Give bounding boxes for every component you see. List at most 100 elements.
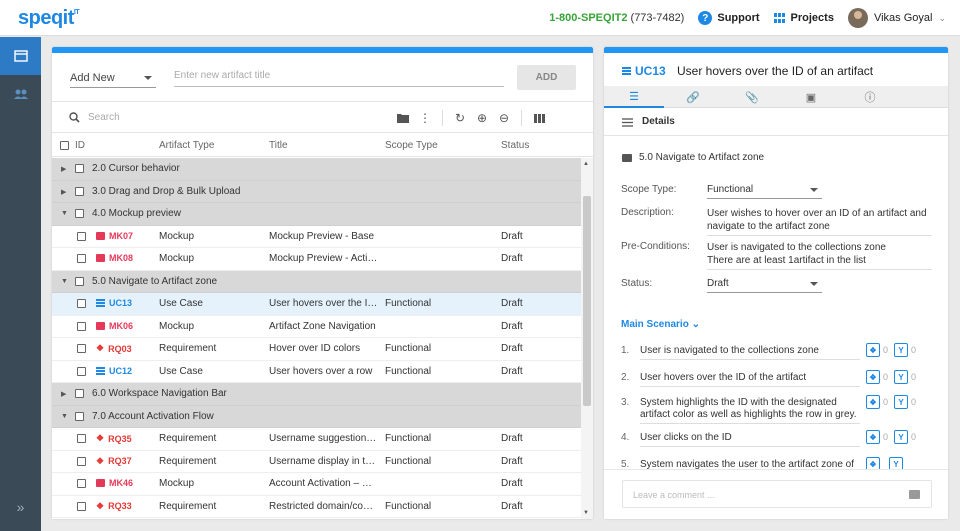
main-scenario-toggle[interactable]: Main Scenario ⌄ — [621, 319, 700, 330]
caret-down-icon[interactable]: ▼ — [61, 210, 68, 217]
table-row[interactable]: MK46 Mockup Account Activation – Us.. Draft — [52, 473, 581, 496]
folder-icon[interactable] — [392, 113, 414, 123]
group-checkbox[interactable] — [75, 186, 84, 196]
status-select[interactable]: Draft — [707, 278, 822, 293]
artifact-id-link[interactable]: MK46 — [96, 478, 133, 488]
support-link[interactable]: ? Support — [698, 11, 760, 25]
artifact-id-link[interactable]: MK07 — [96, 231, 133, 241]
row-checkbox[interactable] — [77, 299, 86, 308]
artifact-id-link[interactable]: UC12 — [96, 366, 132, 376]
row-checkbox[interactable] — [77, 456, 86, 466]
caret-down-icon[interactable]: ▼ — [61, 413, 68, 420]
row-checkbox[interactable] — [77, 501, 86, 511]
requirement-link-badge[interactable]: ❖ 0 — [866, 370, 888, 384]
group-checkbox[interactable] — [75, 164, 84, 173]
user-menu[interactable]: Vikas Goyal ⌄ — [847, 8, 946, 28]
app-logo[interactable]: speqitIT — [18, 7, 80, 30]
description-field[interactable]: User wishes to hover over an ID of an ar… — [707, 207, 932, 236]
branch-link-badge[interactable]: Y0 — [894, 395, 916, 409]
artifact-id-link[interactable]: ❖ RQ35 — [96, 433, 132, 444]
preconditions-field[interactable]: User is navigated to the collections zon… — [707, 241, 932, 270]
step-text[interactable]: System navigates the user to the artifac… — [640, 459, 860, 469]
refresh-icon[interactable]: ↻ — [449, 111, 471, 125]
col-id[interactable]: ID — [75, 140, 85, 151]
more-vertical-icon[interactable]: ⋮ — [414, 111, 436, 125]
nav-team[interactable] — [0, 75, 41, 113]
group-row[interactable]: ▼ 5.0 Navigate to Artifact zone — [52, 270, 581, 293]
caret-right-icon[interactable]: ▶ — [61, 188, 66, 196]
expand-all-icon[interactable]: ⊕ — [471, 111, 493, 125]
nav-workspace[interactable] — [0, 37, 41, 75]
search-input[interactable]: Search — [88, 112, 120, 123]
table-row[interactable]: ❖ RQ33 Requirement Restricted domain/com...… — [52, 496, 581, 518]
table-row[interactable]: ❖ RQ35 Requirement Username suggestions ...… — [52, 428, 581, 451]
group-checkbox[interactable] — [75, 276, 84, 286]
tab-details-icon[interactable]: ☰ — [604, 86, 664, 108]
row-checkbox[interactable] — [77, 479, 86, 488]
col-artifact-type[interactable]: Artifact Type — [159, 140, 214, 151]
add-button[interactable]: ADD — [517, 65, 576, 90]
table-row[interactable]: MK08 Mockup Mockup Preview - Activ... Draft — [52, 248, 581, 271]
projects-link[interactable]: Projects — [773, 12, 834, 24]
add-new-select[interactable]: Add New — [70, 72, 156, 88]
row-checkbox[interactable] — [77, 231, 86, 241]
requirement-link-badge[interactable]: ❖ 0 — [866, 430, 888, 444]
artifact-id-link[interactable]: ❖ RQ33 — [96, 501, 132, 512]
group-checkbox[interactable] — [75, 411, 84, 421]
branch-link-badge[interactable]: Y — [889, 457, 906, 469]
col-scope-type[interactable]: Scope Type — [385, 140, 438, 151]
group-row[interactable]: ▼ 4.0 Mockup preview — [52, 203, 581, 226]
branch-link-badge[interactable]: Y0 — [894, 343, 916, 357]
row-checkbox[interactable] — [77, 344, 86, 353]
tab-comments-icon[interactable]: ▣ — [781, 86, 841, 108]
step-text[interactable]: User hovers over the ID of the artifact — [640, 372, 860, 387]
group-row[interactable]: ▶ 6.0 Workspace Navigation Bar — [52, 383, 581, 406]
artifact-id-link[interactable]: ❖ RQ37 — [96, 456, 132, 467]
group-row[interactable]: ▶ 3.0 Drag and Drop & Bulk Upload — [52, 180, 581, 203]
expand-nav-icon[interactable]: » — [0, 499, 41, 515]
caret-down-icon[interactable]: ▼ — [61, 278, 68, 285]
tab-links-icon[interactable]: 🔗 — [663, 86, 723, 108]
col-status[interactable]: Status — [501, 140, 529, 151]
tab-attachments-icon[interactable]: 📎 — [722, 86, 782, 108]
table-row[interactable]: MK07 Mockup Mockup Preview - Base Draft — [52, 226, 581, 248]
table-row[interactable]: UC13 Use Case User hovers over the ID ... F… — [52, 293, 581, 316]
step-text[interactable]: User is navigated to the collections zon… — [640, 345, 860, 360]
col-title[interactable]: Title — [269, 140, 288, 151]
artifact-id-link[interactable]: MK08 — [96, 253, 133, 263]
columns-icon[interactable] — [528, 113, 550, 123]
artifact-title: User hovers over the ID ... — [269, 298, 379, 309]
artifact-id-link[interactable]: MK06 — [96, 321, 133, 331]
select-all-checkbox[interactable] — [60, 141, 69, 150]
table-row[interactable]: ❖ RQ03 Requirement Hover over ID colors Func… — [52, 338, 581, 361]
step-text[interactable]: System highlights the ID with the design… — [640, 397, 860, 424]
group-row[interactable]: ▶ 2.0 Cursor behavior — [52, 158, 581, 181]
new-artifact-title-input[interactable]: Enter new artifact title — [174, 70, 504, 87]
group-checkbox[interactable] — [75, 209, 84, 218]
caret-right-icon[interactable]: ▶ — [61, 165, 66, 173]
artifact-id-link[interactable]: UC13 — [96, 298, 132, 308]
branch-link-badge[interactable]: Y0 — [894, 430, 916, 444]
table-row[interactable]: UC12 Use Case User hovers over a row Functi… — [52, 361, 581, 383]
row-checkbox[interactable] — [77, 434, 86, 443]
table-row[interactable]: MK06 Mockup Artifact Zone Navigation Draft — [52, 316, 581, 338]
comment-input[interactable]: Leave a comment ... — [622, 480, 932, 508]
branch-link-badge[interactable]: Y0 — [894, 370, 916, 384]
scope-select[interactable]: Functional — [707, 184, 822, 199]
collapse-all-icon[interactable]: ⊖ — [493, 111, 515, 125]
tab-info-icon[interactable]: ⓘ — [840, 86, 900, 108]
group-checkbox[interactable] — [75, 389, 84, 398]
group-row[interactable]: ▼ 7.0 Account Activation Flow — [52, 405, 581, 428]
table-row[interactable]: ❖ RQ37 Requirement Username display in the.… — [52, 451, 581, 473]
step-text[interactable]: User clicks on the ID — [640, 432, 860, 447]
requirement-link-badge[interactable]: ❖ 0 — [866, 343, 888, 357]
row-checkbox[interactable] — [77, 366, 86, 376]
caret-right-icon[interactable]: ▶ — [61, 390, 66, 398]
row-checkbox[interactable] — [77, 254, 86, 263]
requirement-link-badge[interactable]: ❖ — [866, 457, 883, 469]
vertical-scrollbar[interactable]: ▲ ▼ — [581, 158, 593, 519]
branch-icon: Y — [894, 343, 909, 357]
requirement-link-badge[interactable]: ❖ 0 — [866, 395, 888, 409]
artifact-id-link[interactable]: ❖ RQ03 — [96, 343, 132, 354]
row-checkbox[interactable] — [77, 321, 86, 331]
